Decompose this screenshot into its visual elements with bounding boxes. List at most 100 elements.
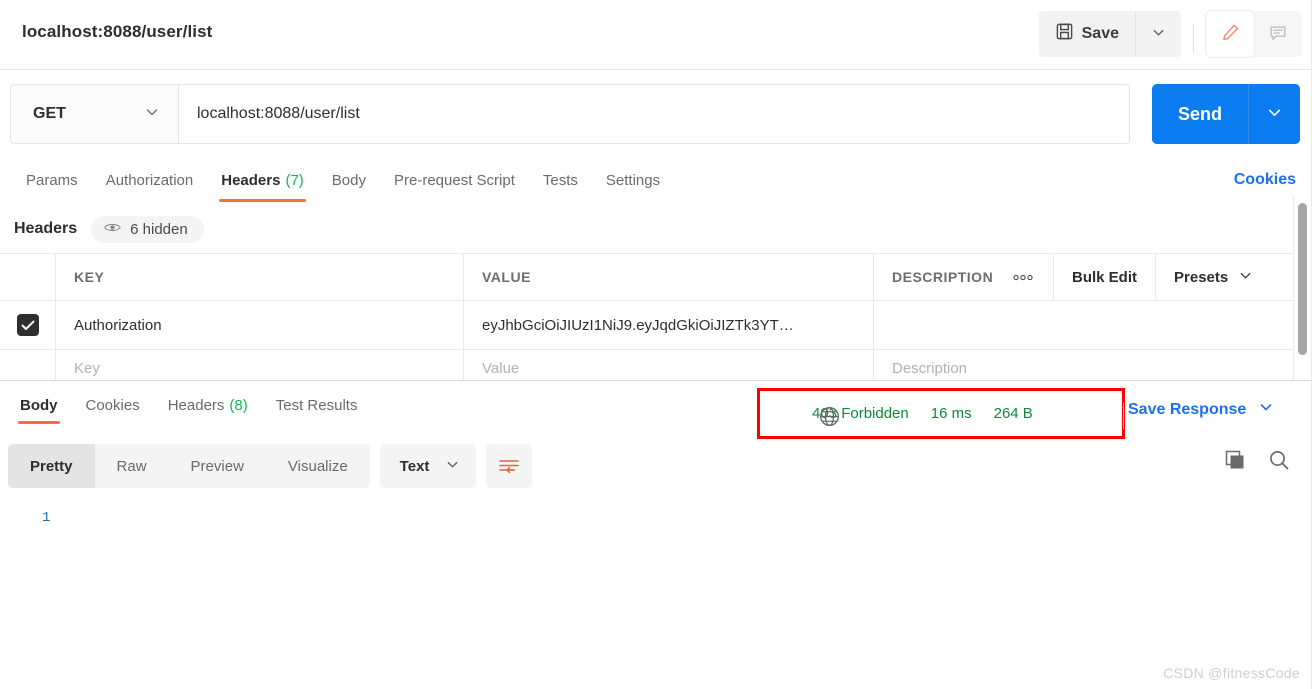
response-tab-body[interactable]: Body xyxy=(6,381,72,429)
chevron-down-icon xyxy=(445,457,460,476)
row-checkbox-cell xyxy=(0,301,56,349)
column-header-description: DESCRIPTION xyxy=(892,269,992,285)
response-view-mode-group: Pretty Raw Preview Visualize xyxy=(8,444,370,488)
tab-params[interactable]: Params xyxy=(12,158,92,202)
save-button-label: Save xyxy=(1081,25,1119,42)
url-input[interactable]: localhost:8088/user/list xyxy=(179,85,1129,143)
response-tab-cookies[interactable]: Cookies xyxy=(72,381,154,429)
response-format-value: Text xyxy=(399,457,430,475)
http-method-select[interactable]: GET xyxy=(11,85,179,143)
row-value[interactable]: eyJhbGciOiJIUzI1NiJ9.eyJqdGkiOiJIZTk3YT… xyxy=(464,301,874,349)
view-mode-raw[interactable]: Raw xyxy=(95,444,169,488)
view-mode-preview[interactable]: Preview xyxy=(169,444,266,488)
tab-label: Headers xyxy=(221,171,281,189)
save-response-button[interactable]: Save Response xyxy=(1128,399,1274,420)
response-time: 16 ms xyxy=(930,405,972,422)
save-button[interactable]: Save xyxy=(1038,11,1135,57)
globe-icon xyxy=(818,405,841,433)
edit-request-button[interactable] xyxy=(1206,11,1254,57)
view-mode-visualize[interactable]: Visualize xyxy=(266,444,370,488)
tab-settings[interactable]: Settings xyxy=(592,158,674,202)
chevron-down-icon xyxy=(144,104,160,125)
hidden-headers-count: 6 hidden xyxy=(130,220,188,238)
chevron-down-icon xyxy=(1258,399,1274,420)
tab-label: Cookies xyxy=(85,396,140,414)
tab-label: Test Results xyxy=(275,396,358,414)
view-mode-pretty[interactable]: Pretty xyxy=(8,444,95,488)
top-bar: localhost:8088/user/list Save xyxy=(0,0,1312,70)
line-number: 1 xyxy=(42,510,51,526)
send-button-group: Send xyxy=(1151,84,1300,144)
chevron-down-icon xyxy=(1151,25,1166,43)
tab-label: Pre-request Script xyxy=(394,171,515,189)
request-input-group: GET localhost:8088/user/list xyxy=(10,84,1130,144)
presets-label: Presets xyxy=(1174,268,1229,286)
tab-pre-request-script[interactable]: Pre-request Script xyxy=(380,158,529,202)
pencil-icon xyxy=(1220,22,1241,46)
response-tab-bar: Body Cookies Headers (8) Test Results xyxy=(0,381,371,429)
url-bar: GET localhost:8088/user/list Send xyxy=(0,70,1312,158)
postman-window: localhost:8088/user/list Save GET localh… xyxy=(0,0,1312,689)
response-body-area[interactable]: 1 xyxy=(0,501,1312,689)
save-options-button[interactable] xyxy=(1135,11,1181,57)
comment-icon xyxy=(1268,23,1288,46)
response-size: 264 B xyxy=(993,405,1033,422)
table-row: Authorization eyJhbGciOiJIUzI1NiJ9.eyJqd… xyxy=(0,300,1298,349)
request-scrollbar-thumb[interactable] xyxy=(1298,203,1307,355)
bulk-edit-button[interactable]: Bulk Edit xyxy=(1054,254,1157,300)
chevron-down-icon xyxy=(1238,268,1253,287)
tab-label: Body xyxy=(331,171,366,189)
tab-headers[interactable]: Headers (7) xyxy=(207,158,318,202)
table-header-row: KEY VALUE DESCRIPTION Bulk Edit Presets xyxy=(0,253,1298,300)
tab-body[interactable]: Body xyxy=(318,158,380,202)
request-tab-bar: Params Authorization Headers (7) Body Pr… xyxy=(0,158,1312,202)
more-options-icon[interactable] xyxy=(992,254,1054,300)
response-pane: Body Cookies Headers (8) Test Results 40… xyxy=(0,380,1312,689)
send-button[interactable]: Send xyxy=(1151,84,1248,144)
copy-icon[interactable] xyxy=(1224,449,1246,471)
tab-label: Authorization xyxy=(105,171,194,189)
headers-subbar: Headers 6 hidden xyxy=(0,205,1312,253)
tab-label: Tests xyxy=(542,171,578,189)
tab-label: Settings xyxy=(605,171,661,189)
response-status-items: 403 Forbidden 16 ms 264 B xyxy=(812,405,1033,422)
column-header-key: KEY xyxy=(56,254,464,300)
tab-count: (8) xyxy=(229,396,248,414)
search-icon[interactable] xyxy=(1268,449,1290,471)
top-actions: Save xyxy=(1038,11,1302,57)
response-view-toolbar: Pretty Raw Preview Visualize Text xyxy=(8,444,533,488)
floppy-disk-icon xyxy=(1055,22,1074,46)
table-tools: Bulk Edit Presets xyxy=(992,254,1271,300)
headers-table: KEY VALUE DESCRIPTION Bulk Edit Presets xyxy=(0,253,1298,386)
save-response-label: Save Response xyxy=(1128,400,1247,418)
response-format-select[interactable]: Text xyxy=(379,444,477,488)
http-method-value: GET xyxy=(33,105,66,122)
column-header-value: VALUE xyxy=(464,254,874,300)
hidden-headers-toggle[interactable]: 6 hidden xyxy=(91,215,204,243)
tab-label: Params xyxy=(26,171,78,189)
comments-button[interactable] xyxy=(1254,11,1302,57)
select-all-cell xyxy=(0,254,56,300)
page-title: localhost:8088/user/list xyxy=(22,22,213,41)
tab-tests[interactable]: Tests xyxy=(529,158,592,202)
right-icon-group xyxy=(1206,11,1302,57)
response-tab-headers[interactable]: Headers (8) xyxy=(154,381,262,429)
cookies-link[interactable]: Cookies xyxy=(1234,158,1296,202)
chevron-down-icon xyxy=(1266,104,1283,124)
row-description[interactable] xyxy=(874,301,1298,349)
toolbar-divider xyxy=(1193,23,1194,53)
save-button-group: Save xyxy=(1038,11,1181,57)
status-divider xyxy=(1123,403,1124,429)
presets-button[interactable]: Presets xyxy=(1156,254,1271,300)
watermark: CSDN @fitnessCode xyxy=(1163,665,1300,681)
tab-label: Headers xyxy=(167,396,225,414)
row-key[interactable]: Authorization xyxy=(56,301,464,349)
word-wrap-icon[interactable] xyxy=(486,444,533,488)
send-options-button[interactable] xyxy=(1248,84,1300,144)
response-status-highlight: 403 Forbidden 16 ms 264 B xyxy=(757,388,1125,439)
tab-label: Body xyxy=(20,396,58,414)
response-right-icons xyxy=(1224,449,1290,471)
tab-authorization[interactable]: Authorization xyxy=(92,158,208,202)
row-checkbox[interactable] xyxy=(16,314,39,336)
response-tab-test-results[interactable]: Test Results xyxy=(262,381,372,429)
